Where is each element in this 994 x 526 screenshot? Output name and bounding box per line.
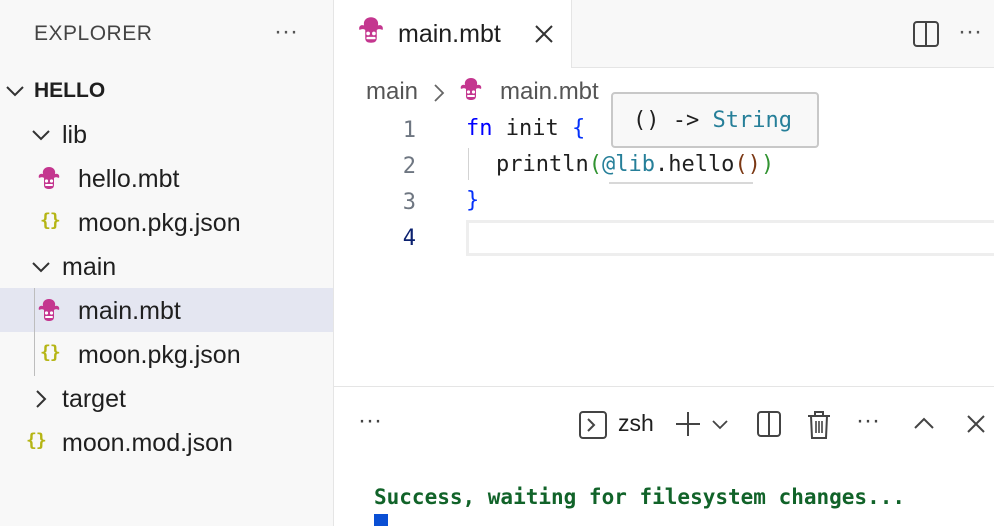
breadcrumb-folder[interactable]: main (366, 78, 418, 106)
indent-guide (468, 148, 469, 180)
tree-file-hello-mbt[interactable]: hello.mbt (0, 156, 333, 200)
tree-label: HELLO (34, 79, 106, 102)
tree-file-main-moon-pkg-json[interactable]: {} moon.pkg.json (0, 332, 333, 376)
json-icon: {} (40, 210, 61, 231)
panel-more-views-button[interactable]: ··· (358, 407, 382, 441)
tab-main-mbt[interactable]: main.mbt (334, 0, 572, 68)
json-icon: {} (40, 342, 61, 363)
tree-file-main-mbt[interactable]: main.mbt (0, 288, 333, 332)
code-line-3: } (466, 188, 479, 213)
terminal-panel: ··· zsh ··· Success, waiting for filesys… (334, 386, 994, 526)
editor-tab-bar: main.mbt ··· (334, 0, 994, 68)
tree-label: hello.mbt (78, 165, 180, 193)
tree-folder-hello[interactable]: HELLO (0, 68, 333, 112)
paren-token: ( (588, 152, 602, 177)
paren-token: () (734, 152, 761, 177)
explorer-title: EXPLORER (34, 22, 153, 45)
tree-label: moon.mod.json (62, 429, 233, 457)
moonbit-file-icon (356, 15, 386, 50)
hover-type: String (712, 108, 792, 133)
explorer-sidebar: EXPLORER ··· HELLO lib hello.mbt {} moon… (0, 0, 334, 526)
terminal-shell-selector[interactable]: zsh (578, 407, 662, 441)
panel-more-actions-button[interactable]: ··· (856, 407, 880, 441)
tree-file-lib-moon-pkg-json[interactable]: {} moon.pkg.json (0, 200, 333, 244)
line-number: 1 (402, 118, 416, 143)
chevron-up-icon[interactable] (912, 407, 938, 441)
identifier-token: init (492, 116, 572, 141)
dot-token: . (654, 152, 669, 177)
tree-label: target (62, 385, 126, 413)
chevron-down-icon (30, 244, 54, 288)
tree-label: moon.pkg.json (78, 341, 241, 369)
close-icon[interactable] (532, 22, 556, 46)
tree-label: lib (62, 121, 88, 149)
close-icon[interactable] (964, 407, 988, 441)
tree-label: main (62, 253, 117, 281)
chevron-right-icon (430, 82, 448, 111)
split-editor-icon[interactable] (912, 20, 940, 48)
code-line-2: println(@lib.hello()) (496, 152, 774, 177)
brace-token: } (466, 188, 480, 213)
chevron-right-icon (30, 376, 54, 420)
moonbit-file-icon (36, 156, 66, 200)
chevron-down-icon[interactable] (710, 407, 732, 441)
split-terminal-icon[interactable] (756, 407, 784, 441)
line-number: 3 (402, 190, 416, 215)
tree-folder-main[interactable]: main (0, 244, 333, 288)
terminal-output: Success, waiting for filesystem changes.… (374, 485, 906, 509)
tree-folder-target[interactable]: target (0, 376, 333, 420)
identifier-token: hello (668, 152, 735, 177)
editor-more-actions-button[interactable]: ··· (958, 18, 990, 50)
moonbit-file-icon (458, 76, 484, 109)
tree-folder-lib[interactable]: lib (0, 112, 333, 156)
keyword-token: fn (466, 116, 493, 141)
symbol-highlight (609, 182, 753, 184)
explorer-more-actions-button[interactable]: ··· (270, 18, 302, 50)
brace-token: { (571, 116, 586, 141)
line-number: 4 (402, 226, 416, 251)
terminal-shell-name: zsh (618, 410, 654, 436)
identifier-token: println (496, 152, 589, 177)
chevron-down-icon (30, 112, 54, 156)
tree-label: moon.pkg.json (78, 209, 241, 237)
json-icon: {} (26, 430, 47, 451)
chevron-down-icon (4, 68, 28, 112)
trash-icon[interactable] (806, 407, 834, 441)
code-line-1: fn init { (466, 116, 585, 141)
code-editor[interactable]: 1 2 3 4 fn init { println(@lib.hello()) … (334, 110, 994, 386)
tree-file-moon-mod-json[interactable]: {} moon.mod.json (0, 420, 333, 464)
terminal-icon (579, 411, 607, 439)
terminal-cursor (374, 514, 388, 526)
moonbit-file-icon (36, 288, 66, 332)
hover-signature: () -> (633, 108, 713, 133)
explorer-header: EXPLORER ··· (0, 0, 333, 68)
tree-label: main.mbt (78, 297, 181, 325)
breadcrumb-file[interactable]: main.mbt (500, 78, 599, 106)
line-number: 2 (402, 154, 416, 179)
hover-tooltip: () -> String (611, 92, 819, 148)
package-token: @lib (601, 152, 655, 177)
current-line-highlight (466, 220, 994, 256)
new-terminal-icon[interactable] (674, 407, 704, 441)
tab-label: main.mbt (398, 20, 501, 48)
indent-guide (34, 288, 35, 376)
paren-token: ) (760, 152, 775, 177)
